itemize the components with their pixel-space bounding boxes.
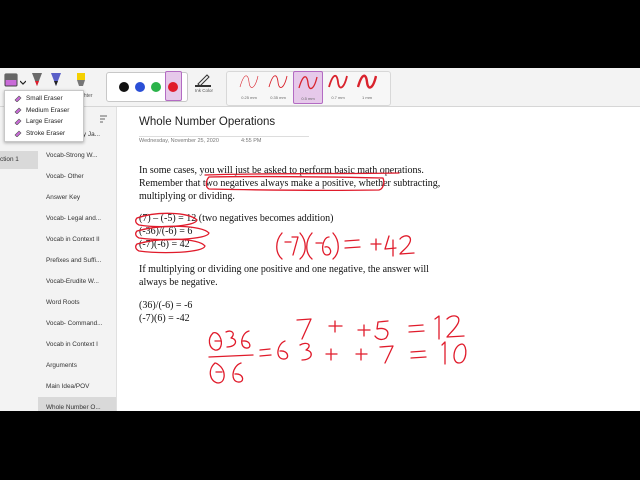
page-item-label: Prefixes and Suffi... <box>46 257 102 264</box>
onenote-window: ighter Ink Color 0.25 mm 0.35 mm 0.5 mm … <box>0 68 640 411</box>
page-item-label: Vocab in Context I <box>46 341 98 348</box>
thickness-label: 0.25 mm <box>241 95 257 100</box>
eraser-menu-label: Large Eraser <box>26 118 63 125</box>
eraser-icon <box>4 73 18 87</box>
pen-icon <box>51 73 61 86</box>
page-item-label: Main Idea/POV <box>46 383 90 390</box>
color-red[interactable] <box>168 82 178 92</box>
eraser-menu-item[interactable]: Large Eraser <box>5 116 83 128</box>
page-item[interactable]: Word Roots <box>38 292 116 313</box>
ink-circle <box>135 225 210 241</box>
stroke-sample-icon <box>298 76 318 90</box>
ink-color-icon <box>195 74 211 87</box>
thickness-option[interactable]: 0.25 mm <box>235 71 263 102</box>
page-item[interactable]: Vocab- Legal and... <box>38 208 116 229</box>
eraser-menu-label: Stroke Eraser <box>26 129 66 137</box>
page-item-label: Vocab- Other <box>46 173 84 180</box>
ink-circle <box>135 238 206 254</box>
stroke-sample-icon <box>357 74 377 89</box>
ink-circle <box>135 212 198 228</box>
eraser-menu: Small Eraser Medium Eraser Large Eraser Str… <box>4 90 84 142</box>
note-canvas[interactable]: Whole Number Operations Wednesday, Novem… <box>117 107 640 411</box>
stroke-sample-icon <box>268 75 288 88</box>
eraser-menu-label: Medium Eraser <box>26 106 70 114</box>
page-item-label: Answer Key <box>46 194 81 201</box>
sections-pane: ction 1 <box>0 107 38 411</box>
ink-circle <box>205 175 385 192</box>
page-item-label: Arguments <box>46 362 77 369</box>
page-item-label: Vocab- Command... <box>46 320 103 327</box>
color-green[interactable] <box>151 82 161 92</box>
ink-underline <box>204 172 400 176</box>
eraser-menu-item[interactable]: Stroke Eraser <box>5 128 83 140</box>
draw-toolbar: ighter Ink Color 0.25 mm 0.35 mm 0.5 mm … <box>0 68 640 107</box>
thickness-option-selected[interactable]: 0.5 mm <box>293 71 323 104</box>
page-item-label: Vocab- Legal and... <box>46 215 102 222</box>
thickness-option[interactable]: 0.35 mm <box>264 71 292 102</box>
color-black[interactable] <box>119 82 129 92</box>
pen-icon <box>32 73 42 86</box>
color-blue[interactable] <box>135 82 145 92</box>
page-item[interactable]: Vocab in Context II <box>38 229 116 250</box>
handwritten-ink-layer <box>135 172 467 384</box>
ink-color-label: Ink Color <box>194 88 213 93</box>
page-item[interactable]: Vocab in Context I <box>38 334 116 355</box>
page-item[interactable]: Whole Number O... <box>38 397 116 411</box>
page-item-label: Vocab-Strong W... <box>46 152 98 159</box>
page-item[interactable]: Answer Key <box>38 187 116 208</box>
page-item[interactable]: Main Idea/POV <box>38 376 116 397</box>
thickness-label: 0.35 mm <box>270 95 286 100</box>
page-item-label: Whole Number O... <box>46 404 101 411</box>
chevron-down-icon <box>20 80 26 85</box>
eraser-menu-item[interactable]: Small Eraser <box>5 93 83 105</box>
ink-color-button[interactable]: Ink Color <box>193 72 215 102</box>
section-item[interactable]: ction 1 <box>0 151 38 169</box>
eraser-icon <box>14 107 22 114</box>
thickness-label: 1 mm <box>362 95 372 100</box>
page-item-label: Word Roots <box>46 299 80 306</box>
eraser-icon <box>14 130 22 137</box>
thickness-option[interactable]: 0.7 mm <box>324 71 352 102</box>
section-label: ction 1 <box>0 156 19 163</box>
eraser-icon <box>14 118 22 125</box>
page-item[interactable]: Vocab- Other <box>38 166 116 187</box>
highlighter-icon <box>77 73 85 86</box>
page-item-label: Vocab in Context II <box>46 236 100 243</box>
eraser-menu-label: Small Eraser <box>26 95 63 102</box>
pages-pane: cVocab-Military Ja...Vocab-Strong W...Vo… <box>38 107 117 411</box>
page-item[interactable]: Prefixes and Suffi... <box>38 250 116 271</box>
eraser-icon <box>14 95 22 102</box>
page-item[interactable]: Arguments <box>38 355 116 376</box>
page-item-label: Vocab-Erudite W... <box>46 278 99 285</box>
stroke-sample-icon <box>328 74 348 89</box>
stroke-sample-icon <box>239 75 259 88</box>
page-item[interactable]: Vocab-Erudite W... <box>38 271 116 292</box>
thickness-option[interactable]: 1 mm <box>353 71 381 102</box>
eraser-menu-item[interactable]: Medium Eraser <box>5 105 83 117</box>
page-item[interactable]: Vocab-Strong W... <box>38 145 116 166</box>
page-item[interactable]: Vocab- Command... <box>38 313 116 334</box>
thickness-label: 0.5 mm <box>301 96 315 101</box>
thickness-label: 0.7 mm <box>331 95 345 100</box>
